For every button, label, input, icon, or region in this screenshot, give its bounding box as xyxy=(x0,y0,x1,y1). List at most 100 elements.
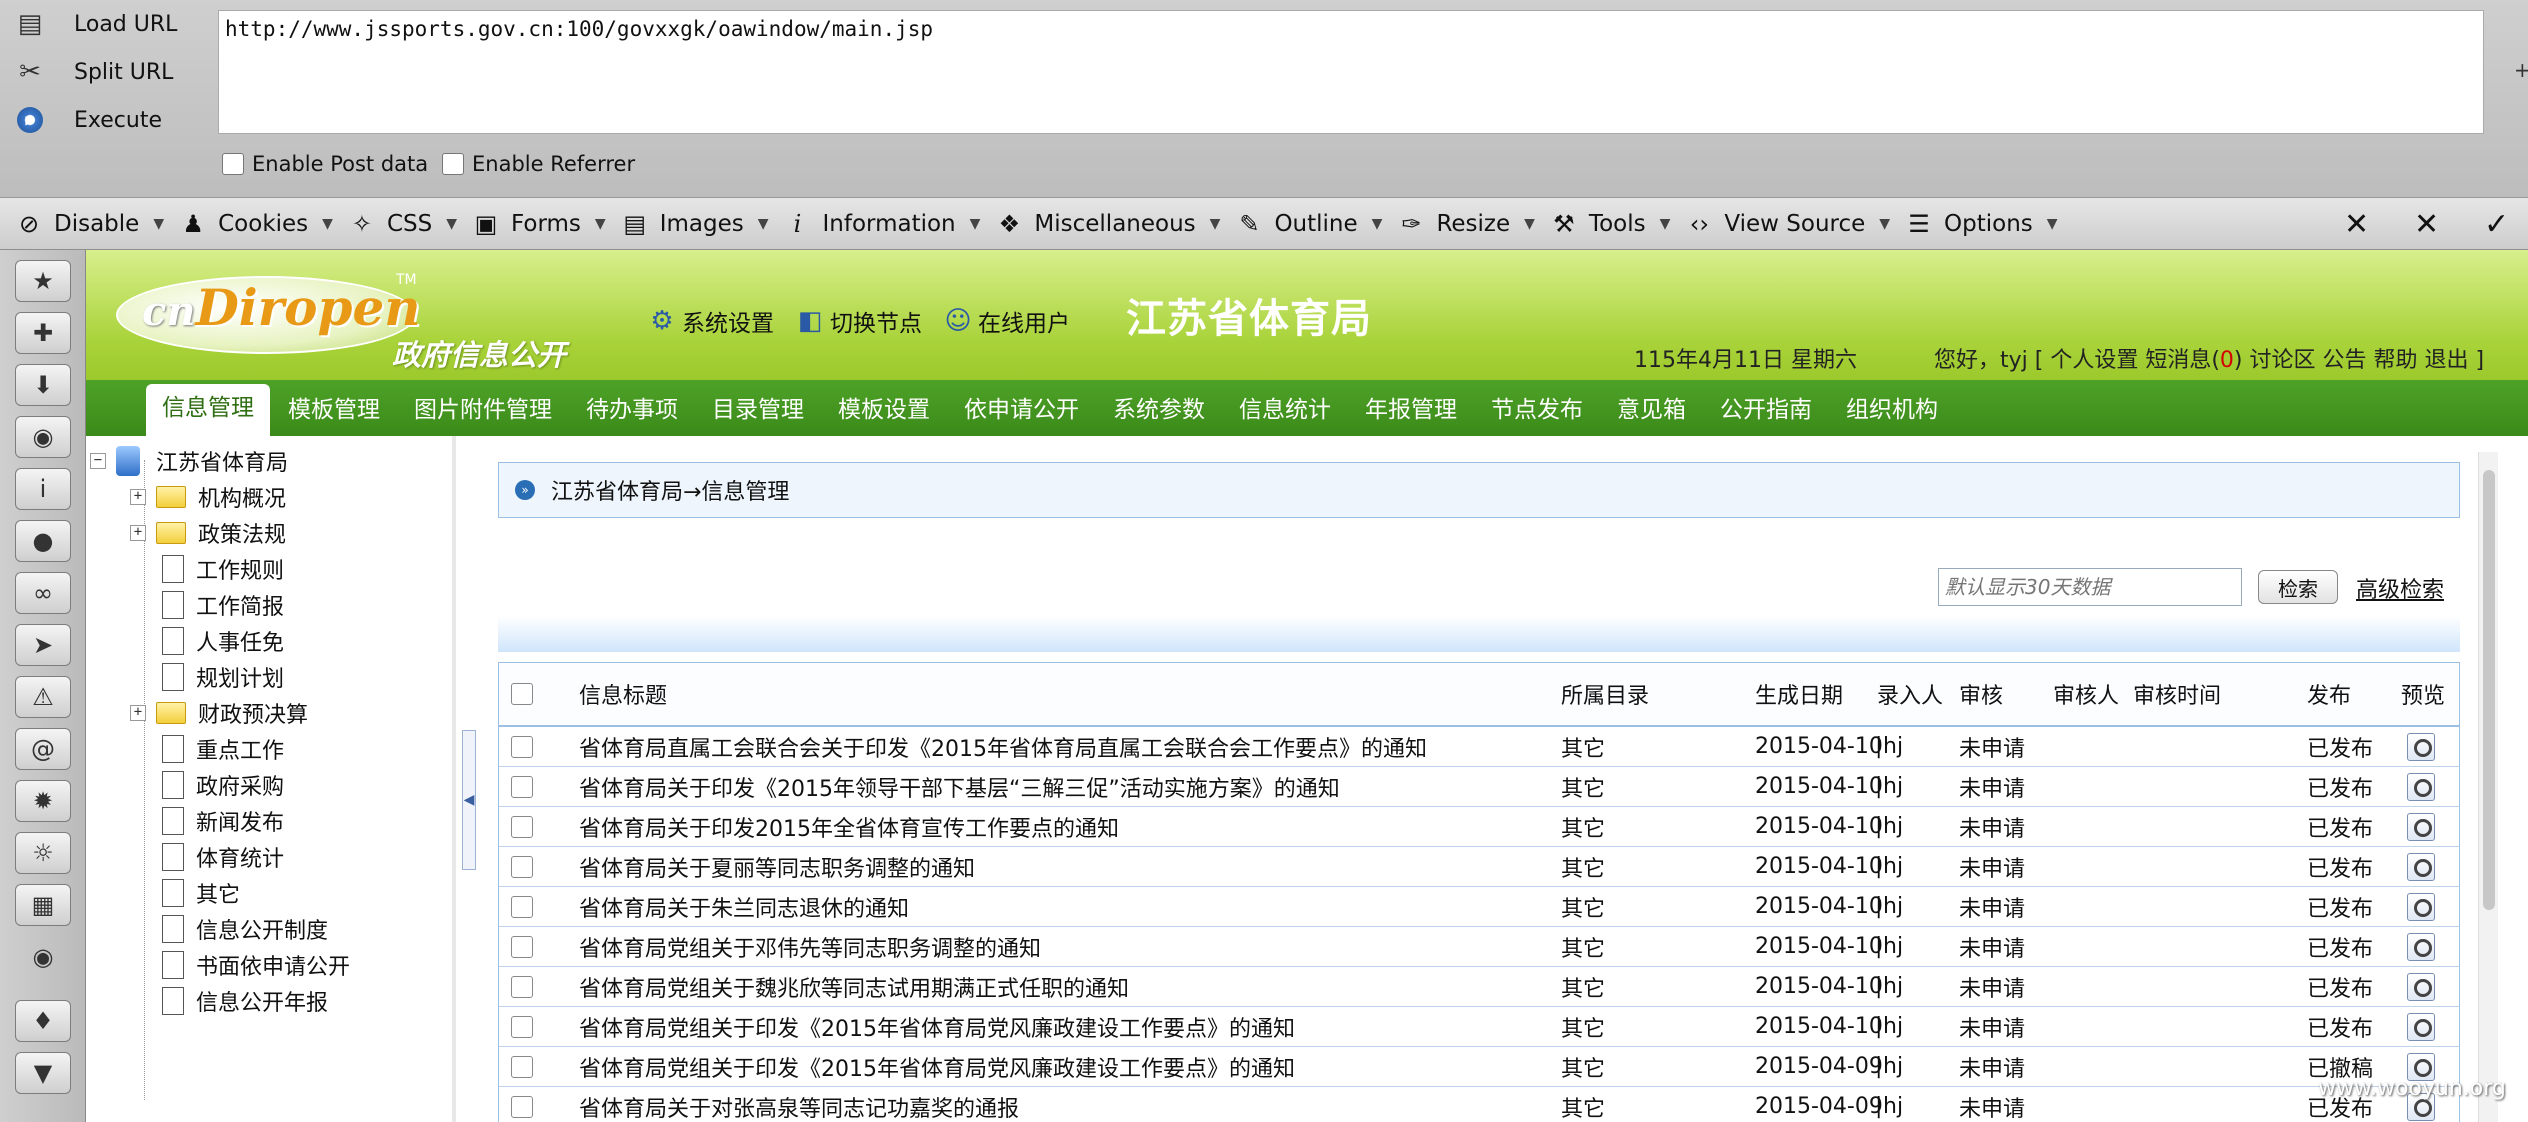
search-button[interactable]: 检索 xyxy=(2258,570,2338,604)
search-input[interactable] xyxy=(1938,568,2242,606)
preview-button[interactable] xyxy=(2407,927,2435,966)
devbar-resize[interactable]: ✑ Resize ▼ xyxy=(1398,210,1535,238)
menu-feedback[interactable]: 意见箱 xyxy=(1601,386,1702,436)
devbar-options[interactable]: ☰ Options ▼ xyxy=(1906,210,2057,238)
tree-item[interactable]: 书面依申请公开 xyxy=(162,948,350,982)
menu-todo[interactable]: 待办事项 xyxy=(570,386,694,436)
tree-scrollbar[interactable] xyxy=(452,436,456,1122)
enable-referrer-box[interactable] xyxy=(442,153,464,175)
tree-item[interactable]: + 机构概况 xyxy=(130,480,286,514)
preview-button[interactable] xyxy=(2407,807,2435,846)
tree-item[interactable]: 工作简报 xyxy=(162,588,284,622)
tree-item[interactable]: 新闻发布 xyxy=(162,804,284,838)
preview-button[interactable] xyxy=(2407,767,2435,806)
tree-item[interactable]: 人事任免 xyxy=(162,624,284,658)
row-checkbox-box[interactable] xyxy=(511,895,533,918)
spiral-icon[interactable]: @ xyxy=(15,728,71,770)
expand-icon[interactable]: + xyxy=(130,525,146,541)
devbar-miscellaneous[interactable]: ❖ Miscellaneous ▼ xyxy=(996,210,1221,238)
row-title[interactable]: 省体育局直属工会联合会关于印发《2015年省体育局直属工会联合会工作要点》的通知 xyxy=(579,727,1427,766)
tree-root[interactable]: − 江苏省体育局 xyxy=(90,444,288,478)
row-checkbox[interactable] xyxy=(511,927,533,966)
url-input[interactable]: http://www.jssports.gov.cn:100/govxxgk/o… xyxy=(218,10,2484,134)
col-review[interactable]: 审核 xyxy=(1959,663,2003,725)
row-checkbox[interactable] xyxy=(511,807,533,846)
row-checkbox-box[interactable] xyxy=(511,1015,533,1038)
pin-icon[interactable]: ◉ xyxy=(15,936,71,978)
menu-node-publish[interactable]: 节点发布 xyxy=(1475,386,1599,436)
bug-icon[interactable]: ✹ xyxy=(15,780,71,822)
tree-item[interactable]: 信息公开年报 xyxy=(162,984,328,1018)
tag-icon[interactable]: ♦ xyxy=(15,1000,71,1042)
col-entered-by[interactable]: 录入人 xyxy=(1877,663,1943,725)
chevron-down-icon[interactable]: ▼ xyxy=(15,1052,71,1094)
online-users-link[interactable]: ☺ 在线用户 xyxy=(942,304,1070,338)
table-row[interactable]: 省体育局党组关于印发《2015年省体育局党风廉政建设工作要点》的通知 其它 2015… xyxy=(499,1047,2459,1087)
cursor-icon[interactable]: ➤ xyxy=(15,624,71,666)
row-checkbox-box[interactable] xyxy=(511,855,533,878)
row-checkbox-box[interactable] xyxy=(511,735,533,758)
table-row[interactable]: 省体育局关于朱兰同志退休的通知 其它 2015-04-10 hj 未申请 已发布 | xyxy=(499,887,2459,927)
preview-button[interactable] xyxy=(2407,967,2435,1006)
enable-post-box[interactable] xyxy=(222,153,244,175)
table-row[interactable]: 省体育局关于对张高泉等同志记功嘉奖的通报 其它 2015-04-09 hj 未申请 已发布… xyxy=(499,1087,2459,1122)
close-icon[interactable]: ✕ xyxy=(2414,198,2439,250)
row-checkbox[interactable] xyxy=(511,967,533,1006)
col-review-time[interactable]: 审核时间 xyxy=(2133,663,2221,725)
check-icon[interactable]: ✓ xyxy=(2484,198,2509,250)
menu-template-management[interactable]: 模板管理 xyxy=(272,386,396,436)
menu-template-settings[interactable]: 模板设置 xyxy=(822,386,946,436)
user-bar-prefix[interactable]: 您好，tyj [ 个人设置 短消息( xyxy=(1934,348,2220,373)
col-publish[interactable]: 发布 xyxy=(2307,663,2351,725)
tree-item[interactable]: 工作规则 xyxy=(162,552,284,586)
table-row[interactable]: 省体育局关于夏丽等同志职务调整的通知 其它 2015-04-10 hj 未申请 已发布 | xyxy=(499,847,2459,887)
expand-icon[interactable]: + xyxy=(130,705,146,721)
enable-referrer-checkbox[interactable]: Enable Referrer xyxy=(442,152,635,176)
menu-system-params[interactable]: 系统参数 xyxy=(1097,386,1221,436)
page-scrollbar[interactable] xyxy=(2478,452,2498,1122)
col-category[interactable]: 所属目录 xyxy=(1561,663,1649,725)
devbar-information[interactable]: i Information ▼ xyxy=(784,210,981,238)
system-settings-link[interactable]: ⚙ 系统设置 xyxy=(646,304,774,338)
user-bar-suffix[interactable]: ) 讨论区 公告 帮助 退出 ] xyxy=(2234,348,2484,373)
row-checkbox[interactable] xyxy=(511,727,533,766)
expand-icon[interactable]: + xyxy=(130,489,146,505)
menu-request-disclosure[interactable]: 依申请公开 xyxy=(948,386,1095,436)
devbar-outline[interactable]: ✎ Outline ▼ xyxy=(1236,210,1382,238)
row-checkbox[interactable] xyxy=(511,847,533,886)
advanced-search-link[interactable]: 高级检索 xyxy=(2356,572,2444,604)
close-icon[interactable]: ✕ xyxy=(2344,198,2369,250)
menu-guide[interactable]: 公开指南 xyxy=(1704,386,1828,436)
col-preview[interactable]: 预览 xyxy=(2401,663,2445,725)
row-title[interactable]: 省体育局党组关于印发《2015年省体育局党风廉政建设工作要点》的通知 xyxy=(579,1007,1295,1046)
select-all-checkbox[interactable] xyxy=(511,663,533,725)
menu-attachment-management[interactable]: 图片附件管理 xyxy=(398,386,568,436)
tree-item[interactable]: + 财政预决算 xyxy=(130,696,308,730)
split-url-button[interactable]: ✂ Split URL xyxy=(14,52,173,92)
plus-icon[interactable]: + xyxy=(2514,58,2528,82)
tree-item[interactable]: 信息公开制度 xyxy=(162,912,328,946)
execute-button[interactable]: ▶ Execute xyxy=(14,100,162,140)
row-checkbox-box[interactable] xyxy=(511,1095,533,1118)
warning-icon[interactable]: ⚠ xyxy=(15,676,71,718)
info-icon[interactable]: i xyxy=(15,468,71,510)
menu-annual-report[interactable]: 年报管理 xyxy=(1349,386,1473,436)
devbar-cookies[interactable]: ♟ Cookies ▼ xyxy=(180,210,333,238)
devbar-view-source[interactable]: ‹› View Source ▼ xyxy=(1686,210,1890,238)
tree-item[interactable]: 规划计划 xyxy=(162,660,284,694)
row-checkbox-box[interactable] xyxy=(511,1055,533,1078)
download-icon[interactable]: ⬇ xyxy=(15,364,71,406)
globe-icon[interactable]: ● xyxy=(15,520,71,562)
devbar-images[interactable]: ▤ Images ▼ xyxy=(622,210,768,238)
tree-item[interactable]: 重点工作 xyxy=(162,732,284,766)
enable-post-checkbox[interactable]: Enable Post data xyxy=(222,152,428,176)
col-title[interactable]: 信息标题 xyxy=(579,663,667,725)
devbar-forms[interactable]: ▣ Forms ▼ xyxy=(473,210,606,238)
tree-item[interactable]: 其它 xyxy=(162,876,240,910)
row-title[interactable]: 省体育局关于印发2015年全省体育宣传工作要点的通知 xyxy=(579,807,1119,846)
row-title[interactable]: 省体育局关于夏丽等同志职务调整的通知 xyxy=(579,847,975,886)
menu-catalog-management[interactable]: 目录管理 xyxy=(696,386,820,436)
star-icon[interactable]: ★ xyxy=(15,260,71,302)
row-checkbox[interactable] xyxy=(511,1047,533,1086)
row-checkbox-box[interactable] xyxy=(511,935,533,958)
